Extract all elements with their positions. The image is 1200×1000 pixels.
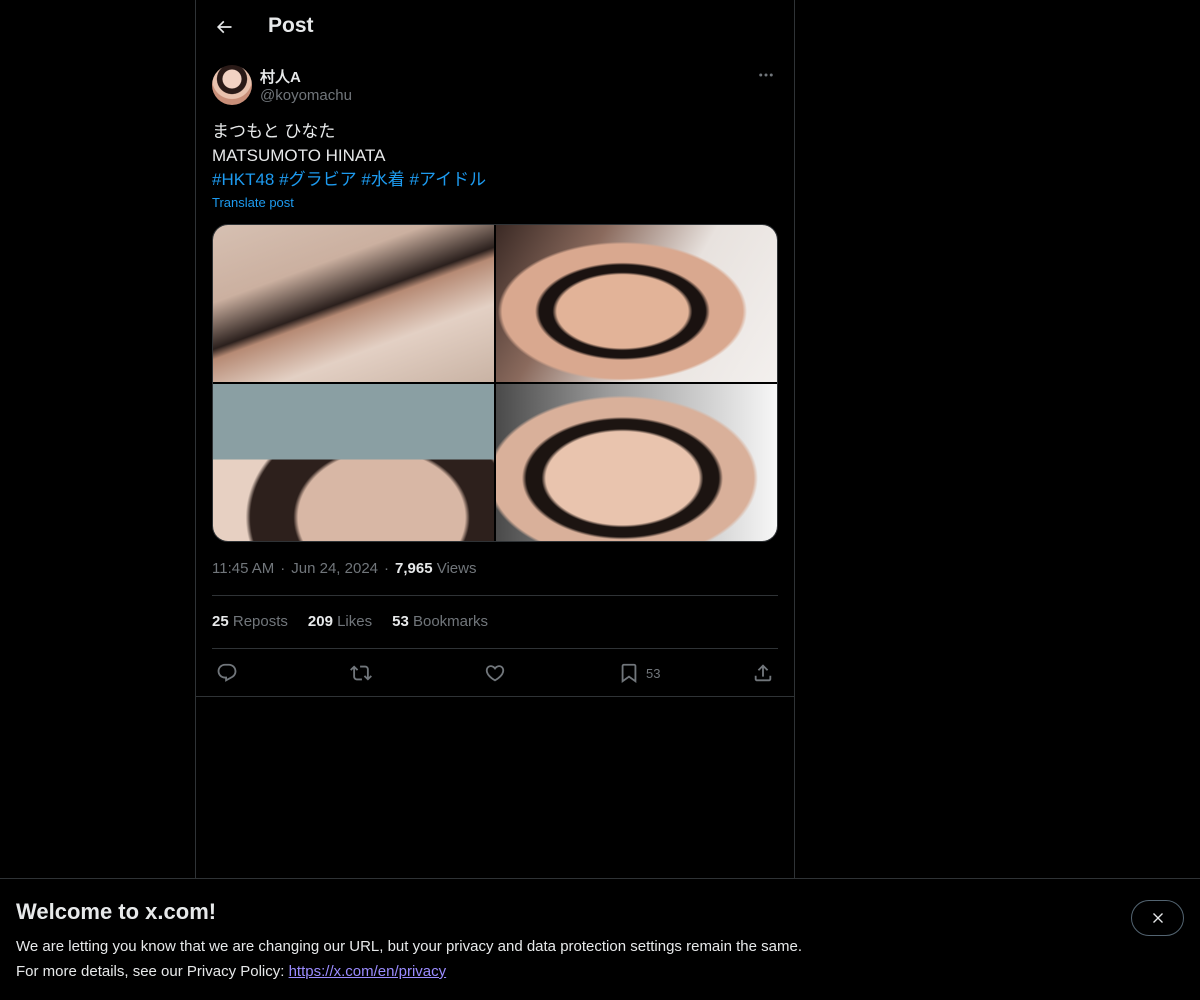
- meta-separator: ·: [280, 560, 286, 577]
- post-line-romaji: MATSUMOTO HINATA: [212, 146, 386, 165]
- bookmark-icon: [621, 663, 637, 684]
- more-options-button[interactable]: [754, 64, 778, 86]
- welcome-banner: Welcome to x.com! We are letting you kno…: [0, 878, 1200, 1000]
- bookmark-button[interactable]: 53: [618, 661, 660, 685]
- heart-icon: [485, 665, 505, 682]
- divider: [212, 648, 778, 649]
- banner-privacy-prefix: For more details, see our Privacy Policy…: [16, 963, 289, 980]
- reply-icon: [217, 663, 237, 682]
- media-grid: [212, 224, 778, 542]
- engagement-stats: 25 Reposts 209 Likes 53 Bookmarks: [212, 613, 488, 630]
- close-icon: [1152, 913, 1163, 923]
- divider: [196, 696, 794, 697]
- post-time[interactable]: 11:45 AM: [212, 560, 274, 577]
- views-label: Views: [436, 560, 477, 577]
- likes-stat[interactable]: 209 Likes: [308, 613, 372, 630]
- hashtag-link[interactable]: #グラビア: [279, 170, 356, 189]
- post-meta: 11:45 AM · Jun 24, 2024 · 7,965 Views: [212, 560, 476, 577]
- repost-icon: [350, 665, 372, 681]
- translate-post-link[interactable]: Translate post: [212, 195, 294, 210]
- hashtag-link[interactable]: #HKT48: [212, 170, 274, 189]
- repost-button[interactable]: [350, 661, 372, 685]
- close-banner-button[interactable]: [1131, 900, 1184, 936]
- more-horizontal-icon: [759, 73, 773, 77]
- page-title: Post: [268, 14, 314, 37]
- meta-separator: ·: [384, 560, 390, 577]
- hashtag-line: #HKT48 #グラビア #水着 #アイドル: [212, 168, 778, 192]
- hashtag-link[interactable]: #アイドル: [410, 170, 487, 189]
- post-text: まつもと ひなた MATSUMOTO HINATA #HKT48 #グラビア #…: [212, 120, 778, 192]
- back-button[interactable]: [208, 11, 240, 43]
- banner-title: Welcome to x.com!: [16, 899, 217, 924]
- banner-privacy-line: For more details, see our Privacy Policy…: [16, 963, 446, 980]
- likes-count: 209: [307, 613, 333, 630]
- author-name[interactable]: 村人A: [260, 66, 301, 87]
- action-bar: 53: [212, 661, 778, 685]
- post-header: Post: [196, 0, 794, 54]
- post-line-japanese: まつもと ひなた: [212, 122, 336, 141]
- bookmarks-count: 53: [392, 613, 409, 630]
- bookmark-count: 53: [646, 665, 661, 681]
- author-handle[interactable]: @koyomachu: [260, 87, 352, 104]
- bookmarks-label: Bookmarks: [412, 613, 489, 630]
- media-photo-2[interactable]: [496, 225, 777, 382]
- avatar[interactable]: [212, 65, 252, 105]
- reposts-stat[interactable]: 25 Reposts: [212, 613, 288, 630]
- main-column: Post 村人A @koyomachu まつもと ひなた MATSUMOTO H…: [195, 0, 795, 878]
- hashtag-link[interactable]: #水着: [361, 170, 404, 189]
- reply-button[interactable]: [216, 661, 238, 685]
- reposts-label: Reposts: [232, 613, 288, 630]
- media-photo-1[interactable]: [213, 225, 494, 382]
- banner-message: We are letting you know that we are chan…: [16, 938, 802, 955]
- share-icon: [754, 664, 772, 682]
- divider: [212, 595, 778, 596]
- like-button[interactable]: [484, 661, 506, 685]
- bookmarks-stat[interactable]: 53 Bookmarks: [392, 613, 488, 630]
- media-photo-3[interactable]: [213, 384, 494, 541]
- media-photo-4[interactable]: [496, 384, 777, 541]
- views-count: 7,965: [395, 560, 433, 577]
- post-date[interactable]: Jun 24, 2024: [291, 560, 378, 577]
- reposts-count: 25: [212, 613, 229, 630]
- likes-label: Likes: [337, 613, 373, 630]
- privacy-policy-link[interactable]: https://x.com/en/privacy: [289, 963, 447, 980]
- arrow-left-icon: [216, 20, 232, 34]
- share-button[interactable]: [752, 661, 774, 685]
